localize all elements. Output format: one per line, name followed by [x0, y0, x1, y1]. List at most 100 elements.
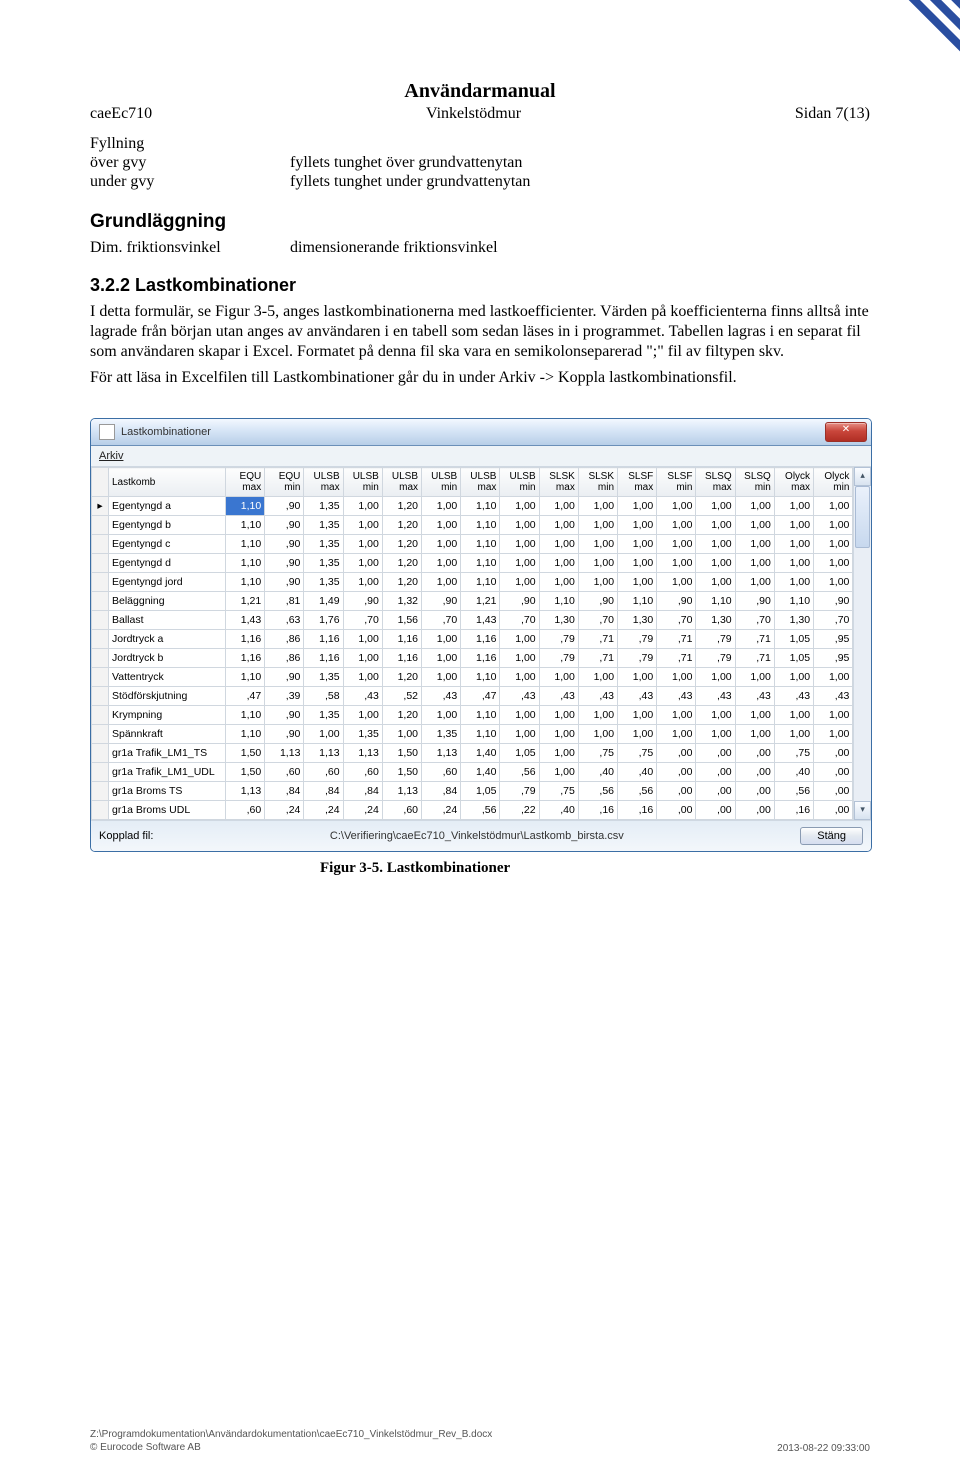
cell[interactable]: ,90 — [265, 668, 304, 687]
cell[interactable]: 1,00 — [774, 497, 813, 516]
col-header[interactable]: SLSKmax — [539, 468, 578, 497]
cell[interactable]: ,70 — [814, 611, 853, 630]
cell[interactable]: ,79 — [696, 630, 735, 649]
cell[interactable]: ,47 — [226, 687, 265, 706]
cell[interactable]: 1,00 — [343, 649, 382, 668]
cell[interactable]: 1,10 — [226, 554, 265, 573]
cell[interactable]: ,00 — [657, 801, 696, 820]
cell[interactable]: 1,00 — [343, 573, 382, 592]
cell[interactable]: 1,00 — [618, 725, 657, 744]
row-name[interactable]: gr1a Trafik_LM1_UDL — [109, 763, 226, 782]
cell[interactable]: 1,20 — [382, 554, 421, 573]
cell[interactable]: 1,40 — [461, 763, 500, 782]
table-row[interactable]: gr1a Trafik_LM1_UDL1,50,60,60,601,50,601… — [92, 763, 853, 782]
cell[interactable]: 1,00 — [696, 668, 735, 687]
cell[interactable]: ,90 — [265, 535, 304, 554]
cell[interactable]: ,40 — [618, 763, 657, 782]
cell[interactable]: 1,35 — [304, 668, 343, 687]
cell[interactable]: 1,00 — [500, 668, 539, 687]
cell[interactable]: 1,00 — [814, 706, 853, 725]
cell[interactable]: 1,05 — [774, 649, 813, 668]
cell[interactable]: ,56 — [774, 782, 813, 801]
cell[interactable]: 1,35 — [304, 554, 343, 573]
table-row[interactable]: Egentyngd jord1,10,901,351,001,201,001,1… — [92, 573, 853, 592]
cell[interactable]: ,43 — [422, 687, 461, 706]
cell[interactable]: ,00 — [657, 763, 696, 782]
cell[interactable]: ,79 — [500, 782, 539, 801]
cell[interactable]: ,79 — [696, 649, 735, 668]
cell[interactable]: ,24 — [265, 801, 304, 820]
col-header[interactable]: ULSBmin — [422, 468, 461, 497]
cell[interactable]: 1,35 — [304, 706, 343, 725]
cell[interactable]: 1,10 — [461, 573, 500, 592]
row-name[interactable]: Jordtryck a — [109, 630, 226, 649]
cell[interactable]: 1,10 — [461, 725, 500, 744]
cell[interactable]: 1,00 — [774, 535, 813, 554]
cell[interactable]: ,84 — [422, 782, 461, 801]
cell[interactable]: ,00 — [735, 763, 774, 782]
cell[interactable]: 1,00 — [774, 573, 813, 592]
col-header[interactable]: ULSBmin — [500, 468, 539, 497]
cell[interactable]: ,22 — [500, 801, 539, 820]
cell[interactable]: 1,50 — [382, 744, 421, 763]
cell[interactable]: 1,16 — [382, 649, 421, 668]
cell[interactable]: ,79 — [618, 630, 657, 649]
cell[interactable]: 1,00 — [578, 516, 617, 535]
cell[interactable]: ,60 — [343, 763, 382, 782]
cell[interactable]: 1,35 — [304, 573, 343, 592]
cell[interactable]: 1,00 — [343, 535, 382, 554]
cell[interactable]: ,90 — [265, 706, 304, 725]
table-row[interactable]: Ballast1,43,631,76,701,56,701,43,701,30,… — [92, 611, 853, 630]
cell[interactable]: 1,13 — [265, 744, 304, 763]
cell[interactable]: ,43 — [735, 687, 774, 706]
col-header[interactable]: SLSQmax — [696, 468, 735, 497]
cell[interactable]: 1,35 — [304, 535, 343, 554]
cell[interactable]: 1,00 — [343, 668, 382, 687]
cell[interactable]: 1,20 — [382, 535, 421, 554]
row-name[interactable]: Jordtryck b — [109, 649, 226, 668]
col-header[interactable]: ULSBmin — [343, 468, 382, 497]
cell[interactable]: ,90 — [422, 592, 461, 611]
cell[interactable]: ,70 — [578, 611, 617, 630]
cell[interactable]: ,16 — [774, 801, 813, 820]
cell[interactable]: 1,00 — [422, 668, 461, 687]
cell[interactable]: 1,50 — [226, 744, 265, 763]
cell[interactable]: ,56 — [461, 801, 500, 820]
lastkomb-table[interactable]: LastkombEQUmaxEQUminULSBmaxULSBminULSBma… — [91, 467, 853, 820]
cell[interactable]: ,75 — [539, 782, 578, 801]
cell[interactable]: 1,10 — [461, 497, 500, 516]
cell[interactable]: ,43 — [814, 687, 853, 706]
col-header[interactable]: Lastkomb — [109, 468, 226, 497]
table-row[interactable]: Egentyngd d1,10,901,351,001,201,001,101,… — [92, 554, 853, 573]
cell[interactable]: 1,10 — [461, 516, 500, 535]
cell[interactable]: 1,00 — [774, 668, 813, 687]
col-header[interactable]: EQUmax — [226, 468, 265, 497]
cell[interactable]: ,90 — [265, 573, 304, 592]
cell[interactable]: ,70 — [735, 611, 774, 630]
cell[interactable]: ,00 — [696, 782, 735, 801]
col-header[interactable]: SLSFmin — [657, 468, 696, 497]
cell[interactable]: 1,16 — [304, 630, 343, 649]
cell[interactable]: 1,00 — [500, 535, 539, 554]
cell[interactable]: 1,00 — [618, 516, 657, 535]
cell[interactable]: 1,00 — [578, 706, 617, 725]
cell[interactable]: 1,00 — [500, 725, 539, 744]
cell[interactable]: 1,00 — [657, 706, 696, 725]
cell[interactable]: ,60 — [226, 801, 265, 820]
cell[interactable]: ,40 — [539, 801, 578, 820]
col-header[interactable]: EQUmin — [265, 468, 304, 497]
col-header[interactable]: ULSBmax — [304, 468, 343, 497]
table-row[interactable]: Vattentryck1,10,901,351,001,201,001,101,… — [92, 668, 853, 687]
col-header[interactable]: SLSFmax — [618, 468, 657, 497]
cell[interactable]: ,90 — [343, 592, 382, 611]
cell[interactable]: 1,10 — [618, 592, 657, 611]
cell[interactable]: 1,00 — [304, 725, 343, 744]
cell[interactable]: 1,00 — [578, 554, 617, 573]
col-header[interactable]: SLSKmin — [578, 468, 617, 497]
cell[interactable]: 1,10 — [774, 592, 813, 611]
row-name[interactable]: gr1a Broms UDL — [109, 801, 226, 820]
cell[interactable]: 1,10 — [461, 554, 500, 573]
table-row[interactable]: gr1a Broms TS1,13,84,84,841,13,841,05,79… — [92, 782, 853, 801]
cell[interactable]: ,47 — [461, 687, 500, 706]
cell[interactable]: 1,00 — [774, 725, 813, 744]
